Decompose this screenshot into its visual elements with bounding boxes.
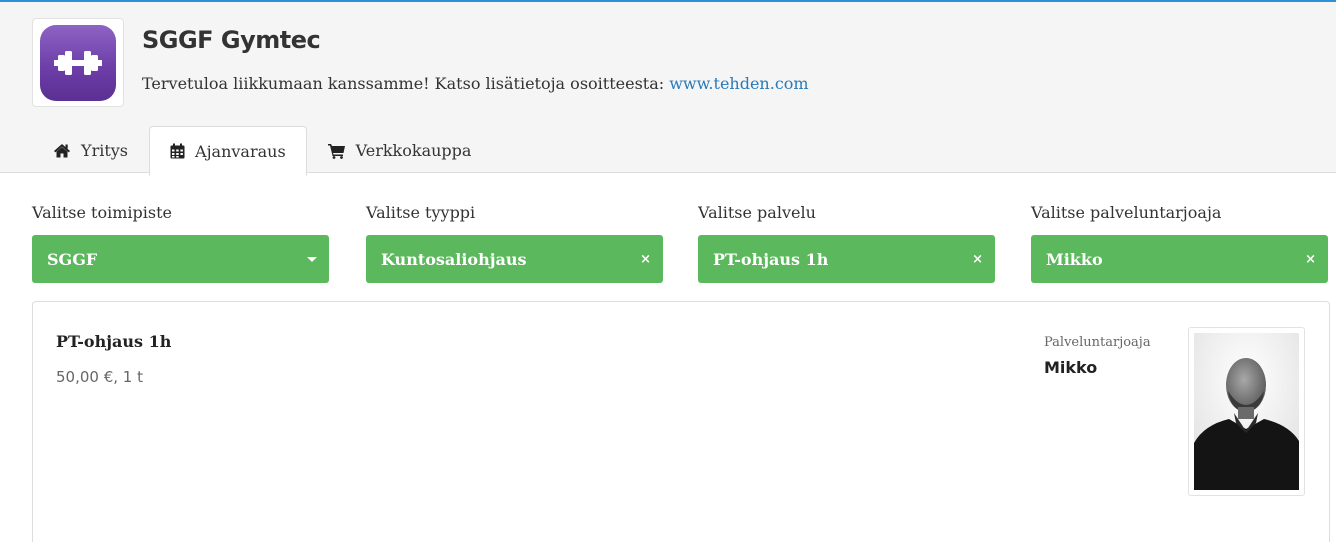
- type-select[interactable]: Kuntosaliohjaus ×: [366, 235, 663, 283]
- service-name: PT-ohjaus 1h: [56, 332, 172, 351]
- tab-label: Verkkokauppa: [355, 141, 472, 160]
- service-price: 50,00 €, 1 t: [56, 368, 143, 386]
- company-header: SGGF Gymtec Tervetuloa liikkumaan kanssa…: [0, 2, 1336, 176]
- dumbbell-icon: [54, 51, 102, 75]
- calendar-icon: [170, 143, 185, 159]
- type-filter: Valitse tyyppi Kuntosaliohjaus ×: [366, 202, 663, 283]
- tab-yritys[interactable]: Yritys: [32, 126, 149, 175]
- provider-filter-label: Valitse palveluntarjoaja: [1031, 203, 1222, 222]
- company-name: SGGF Gymtec: [142, 26, 321, 54]
- welcome-message: Tervetuloa liikkumaan kanssamme! Katso l…: [142, 74, 670, 93]
- service-filter: Valitse palvelu PT-ohjaus 1h ×: [698, 202, 995, 283]
- provider-portrait: [1194, 333, 1299, 490]
- tab-verkkokauppa[interactable]: Verkkokauppa: [307, 126, 493, 175]
- website-link[interactable]: www.tehden.com: [669, 74, 808, 93]
- service-select-value: PT-ohjaus 1h: [713, 249, 829, 269]
- service-card: PT-ohjaus 1h 50,00 €, 1 t Palveluntarjoa…: [32, 301, 1330, 542]
- service-select[interactable]: PT-ohjaus 1h ×: [698, 235, 995, 283]
- welcome-text: Tervetuloa liikkumaan kanssamme! Katso l…: [142, 74, 809, 93]
- location-select-value: SGGF: [47, 249, 98, 269]
- provider-select[interactable]: Mikko ×: [1031, 235, 1328, 283]
- clear-icon[interactable]: ×: [972, 235, 983, 283]
- dropdown-caret-icon[interactable]: [307, 235, 317, 283]
- provider-name: Mikko: [1044, 358, 1098, 377]
- company-logo: [32, 18, 124, 107]
- provider-filter: Valitse palveluntarjoaja Mikko ×: [1031, 202, 1328, 283]
- location-filter: Valitse toimipiste SGGF: [32, 202, 329, 283]
- tab-label: Yritys: [81, 141, 129, 160]
- type-filter-label: Valitse tyyppi: [366, 203, 476, 222]
- type-select-value: Kuntosaliohjaus: [381, 249, 527, 269]
- clear-icon[interactable]: ×: [1305, 235, 1316, 283]
- provider-select-value: Mikko: [1046, 249, 1103, 269]
- tab-ajanvaraus[interactable]: Ajanvaraus: [149, 126, 307, 176]
- logo-badge: [40, 25, 116, 101]
- location-filter-label: Valitse toimipiste: [32, 203, 172, 222]
- provider-photo: [1188, 327, 1305, 496]
- provider-label: Palveluntarjoaja: [1044, 335, 1151, 350]
- tab-label: Ajanvaraus: [195, 141, 286, 161]
- home-icon: [53, 143, 71, 158]
- location-select[interactable]: SGGF: [32, 235, 329, 283]
- cart-icon: [327, 143, 346, 159]
- main-tabs: Yritys Ajanvaraus Verkkokauppa: [32, 126, 492, 176]
- service-filter-label: Valitse palvelu: [698, 203, 816, 222]
- clear-icon[interactable]: ×: [640, 235, 651, 283]
